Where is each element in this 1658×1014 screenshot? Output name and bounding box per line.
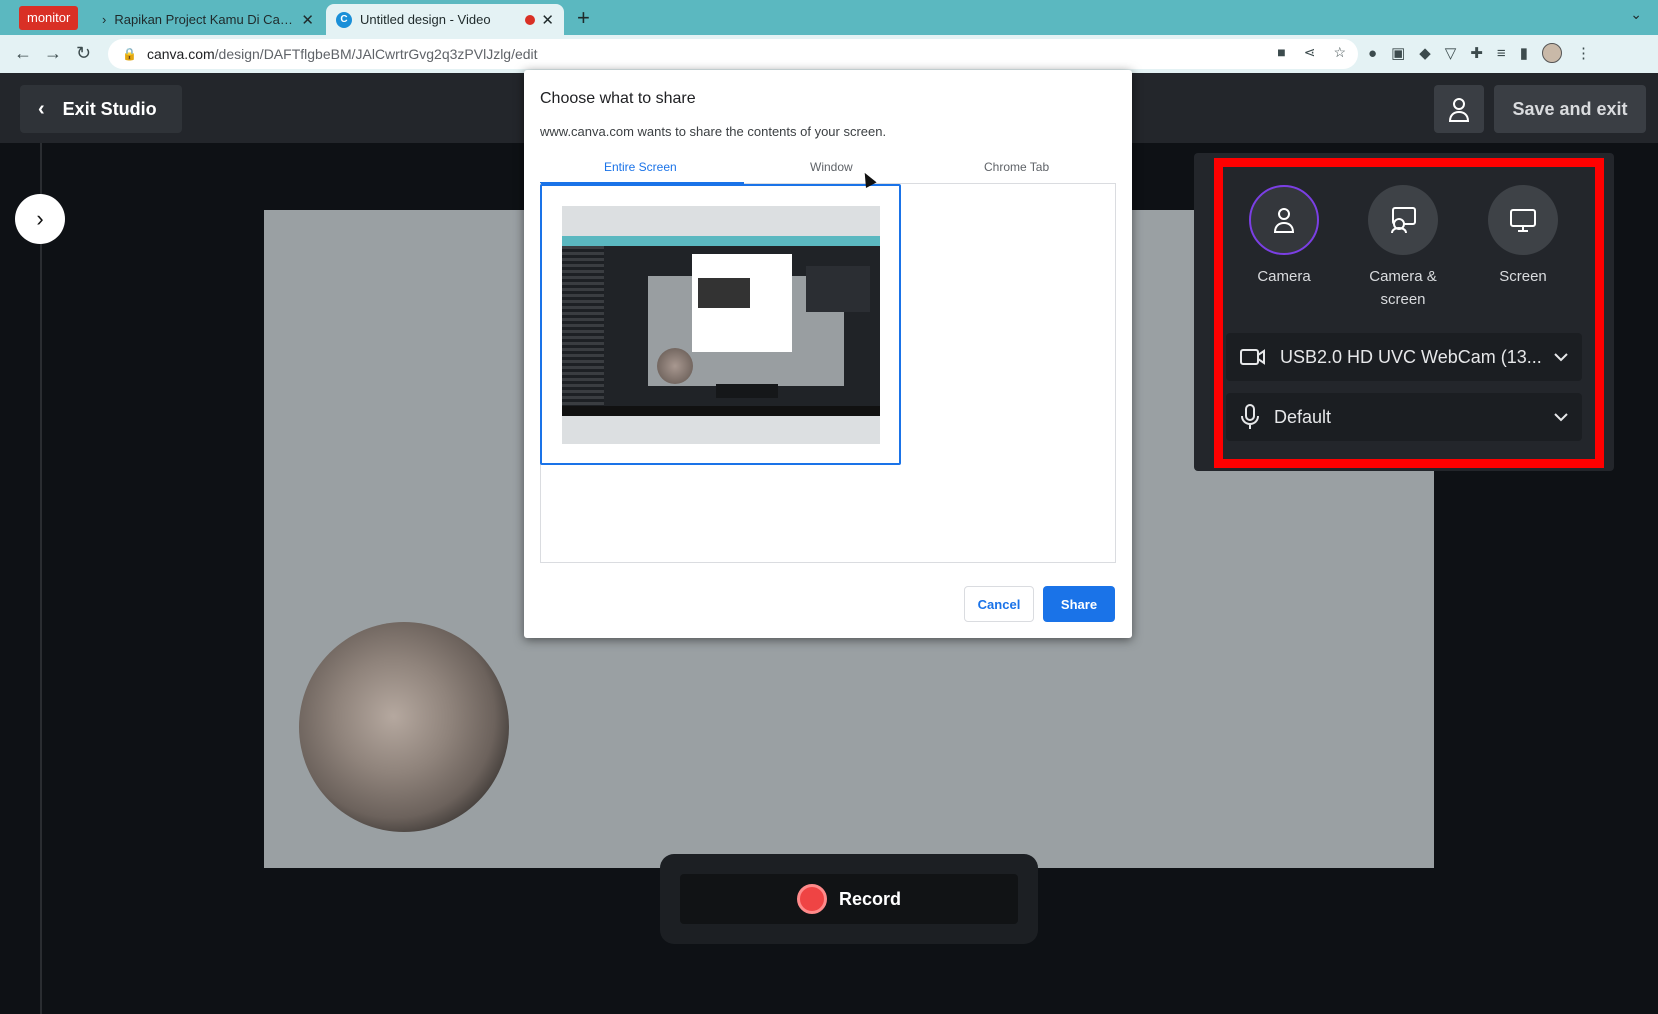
- tab-window[interactable]: Window: [810, 160, 853, 174]
- thumbnail-taskbar: [562, 406, 880, 416]
- extension-icon[interactable]: ◆: [1419, 44, 1431, 62]
- tab-untitled-design[interactable]: C Untitled design - Video ✕: [326, 4, 564, 35]
- thumbnail-webcam: [657, 348, 693, 384]
- exit-studio-label: Exit Studio: [62, 98, 157, 119]
- save-and-exit-button[interactable]: Save and exit: [1494, 85, 1646, 133]
- kebab-menu-icon[interactable]: ⋮: [1576, 44, 1591, 62]
- webcam-preview[interactable]: [299, 622, 509, 832]
- recording-indicator-icon: [525, 14, 536, 25]
- share-screen-dialog: Choose what to share www.canva.com wants…: [524, 70, 1132, 638]
- sidepanel-icon[interactable]: ▮: [1520, 44, 1528, 62]
- back-icon[interactable]: ←: [14, 43, 32, 64]
- tab-rapikan-project[interactable]: › Rapikan Project Kamu Di Canv... ✕: [94, 4, 322, 35]
- tab-chrome-tab[interactable]: Chrome Tab: [984, 160, 1049, 174]
- record-label: Record: [838, 888, 901, 909]
- reload-icon[interactable]: ↻: [76, 43, 91, 64]
- puzzle-icon[interactable]: ✚: [1470, 44, 1483, 62]
- thumbnail-dialog-preview: [698, 278, 750, 308]
- presenter-profile-button[interactable]: [1434, 85, 1484, 133]
- annotation-highlight-box: [1214, 158, 1604, 468]
- chevron-left-icon: ‹: [38, 97, 45, 120]
- share-button[interactable]: Share: [1043, 586, 1115, 622]
- camera-permission-icon[interactable]: ■: [1277, 44, 1285, 61]
- tab-title: Untitled design - Video: [360, 12, 491, 27]
- chevron-down-icon[interactable]: ⌄: [1630, 6, 1642, 23]
- browser-toolbar: ← → ↻ 🔒 canva.com/design/DAFTflgbeBM/JAl…: [0, 35, 1658, 73]
- person-icon: [1448, 98, 1470, 122]
- extension-icon[interactable]: ▣: [1391, 44, 1405, 62]
- close-icon[interactable]: ✕: [301, 11, 314, 29]
- new-tab-icon[interactable]: +: [577, 5, 590, 31]
- extensions-area: ● ▣ ◆ ▽ ✚ ≡ ▮ ⋮: [1368, 43, 1591, 63]
- share-source-tabs: Entire Screen Window Chrome Tab: [540, 154, 1116, 184]
- chevron-right-icon: ›: [36, 206, 44, 231]
- url-path: /design/DAFTflgbeBM/JAlCwrtrGvg2q3zPVlJz…: [214, 46, 538, 62]
- forward-icon[interactable]: →: [44, 43, 62, 64]
- screen-thumbnail-card[interactable]: [540, 184, 901, 465]
- thumbnail-screen-content: [562, 236, 880, 416]
- canva-favicon-icon: C: [336, 11, 352, 28]
- expand-sidebar-button[interactable]: ›: [15, 194, 65, 244]
- star-icon[interactable]: ☆: [1333, 44, 1346, 61]
- chevron-right-icon: ›: [102, 12, 107, 27]
- exit-studio-button[interactable]: ‹ Exit Studio: [20, 85, 182, 133]
- cancel-button[interactable]: Cancel: [964, 586, 1034, 622]
- record-dot-icon: [796, 884, 827, 914]
- lock-icon: 🔒: [122, 47, 137, 61]
- thumbnail-tabbar: [562, 236, 880, 246]
- close-icon[interactable]: ✕: [541, 11, 554, 29]
- tab-entire-screen[interactable]: Entire Screen: [604, 160, 677, 174]
- thumbnail-record-bar: [716, 384, 778, 398]
- record-button[interactable]: Record: [680, 874, 1018, 924]
- screen-thumbnail: [562, 206, 880, 444]
- media-icon[interactable]: ≡: [1497, 45, 1506, 62]
- dialog-subtitle: www.canva.com wants to share the content…: [540, 124, 887, 139]
- url-host: canva.com: [146, 46, 215, 62]
- dialog-title: Choose what to share: [540, 90, 696, 107]
- thumbnail-dialog: [692, 254, 792, 352]
- address-bar[interactable]: 🔒 canva.com/design/DAFTflgbeBM/JAlCwrtrG…: [108, 39, 1358, 69]
- profile-avatar[interactable]: [1541, 43, 1562, 63]
- sidebar-divider: [40, 143, 42, 1014]
- monitor-badge[interactable]: monitor: [19, 6, 79, 30]
- thumbnail-sidebar: [562, 246, 604, 416]
- share-icon[interactable]: ⋖: [1304, 44, 1316, 61]
- record-bar: Record: [660, 854, 1038, 944]
- thumbnail-panel: [806, 266, 870, 312]
- browser-tab-bar: monitor › Rapikan Project Kamu Di Canv..…: [0, 0, 1658, 35]
- extension-icon[interactable]: ●: [1368, 45, 1377, 62]
- extension-icon[interactable]: ▽: [1445, 44, 1457, 62]
- tab-title: Rapikan Project Kamu Di Canv...: [114, 12, 296, 27]
